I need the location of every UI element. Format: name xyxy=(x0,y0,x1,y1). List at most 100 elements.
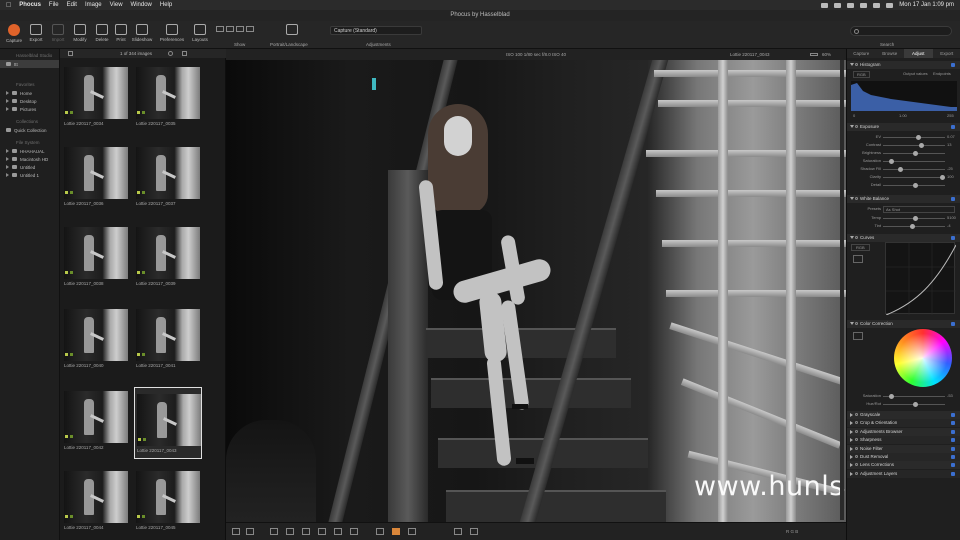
exposure-slider-track[interactable] xyxy=(883,177,945,178)
sidebar-item-desktop[interactable]: Desktop xyxy=(0,97,59,105)
loupe-icon[interactable] xyxy=(376,528,384,535)
eyedropper-icon[interactable] xyxy=(302,528,310,535)
curves-graph[interactable] xyxy=(885,242,957,316)
gear-icon[interactable] xyxy=(855,421,858,425)
thumbnail-0045[interactable]: Lottie 220117_0045 xyxy=(134,465,202,537)
exposure-slider-track[interactable] xyxy=(883,169,945,170)
disclosure-icon[interactable] xyxy=(850,413,853,417)
gear-icon[interactable] xyxy=(855,463,858,467)
disclosure-icon[interactable] xyxy=(850,63,854,66)
menu-app[interactable]: Phocus xyxy=(19,2,41,8)
color-correction-slider-knob[interactable] xyxy=(889,394,894,399)
section-crop-orientation[interactable]: Crop & Orientation xyxy=(847,419,960,428)
disclosure-icon[interactable] xyxy=(6,107,9,111)
wifi-icon[interactable] xyxy=(873,2,881,8)
menubar-clock[interactable]: Mon 17 Jan 1:09 pm xyxy=(899,2,954,8)
exposure-slider-track[interactable] xyxy=(883,137,945,138)
tab-export[interactable]: Export xyxy=(933,49,960,58)
gear-icon[interactable] xyxy=(855,471,858,475)
gear-icon[interactable] xyxy=(855,446,858,450)
menu-image[interactable]: Image xyxy=(85,2,102,8)
disclosure-icon[interactable] xyxy=(850,125,854,128)
preset-select[interactable]: Capture (Standard) xyxy=(330,26,422,35)
exposure-slider-knob[interactable] xyxy=(919,143,924,148)
sidebar-item-ttt[interactable]: ttt xyxy=(0,60,59,68)
gear-icon[interactable] xyxy=(855,197,858,200)
section-histogram[interactable]: Histogram xyxy=(847,61,960,69)
eyedropper-icon[interactable] xyxy=(853,332,863,340)
battery-icon[interactable] xyxy=(860,2,868,8)
menu-help[interactable]: Help xyxy=(160,2,172,8)
gear-icon[interactable] xyxy=(855,322,858,325)
histogram-graph[interactable] xyxy=(851,81,957,111)
enable-checkbox[interactable] xyxy=(951,429,955,434)
disclosure-icon[interactable] xyxy=(6,157,9,161)
gear-icon[interactable] xyxy=(855,455,858,458)
thumbnail-0041[interactable]: Lottie 220117_0041 xyxy=(134,303,202,375)
exposure-slider-value[interactable]: 13 xyxy=(947,142,951,147)
curves-mode-select[interactable]: RGB xyxy=(851,244,870,251)
section-lens-corrections[interactable]: Lens Corrections xyxy=(847,461,960,470)
straighten-icon[interactable] xyxy=(286,528,294,535)
slideshow-button[interactable]: Slideshow xyxy=(128,23,156,48)
disclosure-icon[interactable] xyxy=(6,173,9,177)
enable-checkbox[interactable] xyxy=(951,125,955,129)
section-adjustments-browser[interactable]: Adjustments Browser xyxy=(847,427,960,436)
menu-edit[interactable]: Edit xyxy=(67,2,77,8)
disclosure-icon[interactable] xyxy=(6,91,9,95)
thumbnail-0039[interactable]: Lottie 220117_0039 xyxy=(134,221,202,293)
white-balance-slider-value[interactable]: -4 xyxy=(947,223,951,228)
apple-icon[interactable]:  xyxy=(6,2,11,9)
section-adjustment-layers[interactable]: Adjustment Layers xyxy=(847,469,960,478)
white-balance-slider-knob[interactable] xyxy=(913,216,918,221)
exposure-slider-knob[interactable] xyxy=(940,175,945,180)
thumbnail-0035[interactable]: Lottie 220117_0035 xyxy=(134,61,202,133)
exposure-slider-value[interactable]: 0.07 xyxy=(947,134,955,139)
section-grayscale[interactable]: Grayscale xyxy=(847,411,960,419)
enable-checkbox[interactable] xyxy=(951,421,955,426)
section-curves[interactable]: Curves xyxy=(847,234,960,242)
show-toggle-2[interactable] xyxy=(226,26,234,32)
thumbnail-0037[interactable]: Lottie 220117_0037 xyxy=(134,141,202,213)
histogram-mode-select[interactable]: RGB xyxy=(853,71,870,78)
enable-checkbox[interactable] xyxy=(951,63,955,67)
tab-adjust[interactable]: Adjust xyxy=(904,49,933,58)
gear-icon[interactable] xyxy=(855,63,858,66)
histogram-white-point[interactable]: 255 xyxy=(947,113,954,118)
status-icon[interactable] xyxy=(834,2,842,8)
thumbnail-0040[interactable]: Lottie 220117_0040 xyxy=(62,303,130,375)
disclosure-icon[interactable] xyxy=(6,149,9,153)
preferences-button[interactable]: Preferences xyxy=(158,23,186,48)
sidebar-item-macintosh-hd[interactable]: Macintosh HD xyxy=(0,155,59,163)
highlight-warning-icon[interactable] xyxy=(392,528,400,535)
thumbnail-0042[interactable]: Lottie 220117_0042 xyxy=(62,385,130,457)
disclosure-icon[interactable] xyxy=(850,446,853,451)
thumbnail-0038[interactable]: Lottie 220117_0038 xyxy=(62,221,130,293)
search-field[interactable] xyxy=(850,26,952,36)
exposure-slider-knob[interactable] xyxy=(913,183,918,188)
eyedropper-icon[interactable] xyxy=(853,255,863,263)
menu-view[interactable]: View xyxy=(110,2,123,8)
enable-checkbox[interactable] xyxy=(951,471,955,476)
disclosure-icon[interactable] xyxy=(850,421,853,426)
view-icon[interactable] xyxy=(182,51,187,56)
zoom-level[interactable]: 60% xyxy=(822,49,831,60)
disclosure-icon[interactable] xyxy=(850,236,854,239)
disclosure-icon[interactable] xyxy=(850,197,854,200)
disclosure-icon[interactable] xyxy=(850,322,854,325)
section-sharpness[interactable]: Sharpness xyxy=(847,436,960,445)
sidebar-item-untitled-1[interactable]: Untitled 1 xyxy=(0,171,59,179)
section-dust-removal[interactable]: Dust Removal xyxy=(847,453,960,461)
output-values-radio[interactable]: Output values xyxy=(903,71,928,76)
exposure-slider-value[interactable]: 100 xyxy=(947,174,954,179)
sidebar-item-drive-1[interactable]: HHAHAUAL xyxy=(0,147,59,155)
disclosure-icon[interactable] xyxy=(850,471,853,476)
status-icon[interactable] xyxy=(821,2,829,8)
gear-icon[interactable] xyxy=(855,438,858,442)
enable-checkbox[interactable] xyxy=(951,322,955,326)
histogram-black-point[interactable]: 0 xyxy=(853,113,855,118)
sidebar-item-pictures[interactable]: Pictures xyxy=(0,105,59,113)
white-balance-slider-knob[interactable] xyxy=(910,224,915,229)
disclosure-icon[interactable] xyxy=(850,429,853,434)
brush-icon[interactable] xyxy=(318,528,326,535)
